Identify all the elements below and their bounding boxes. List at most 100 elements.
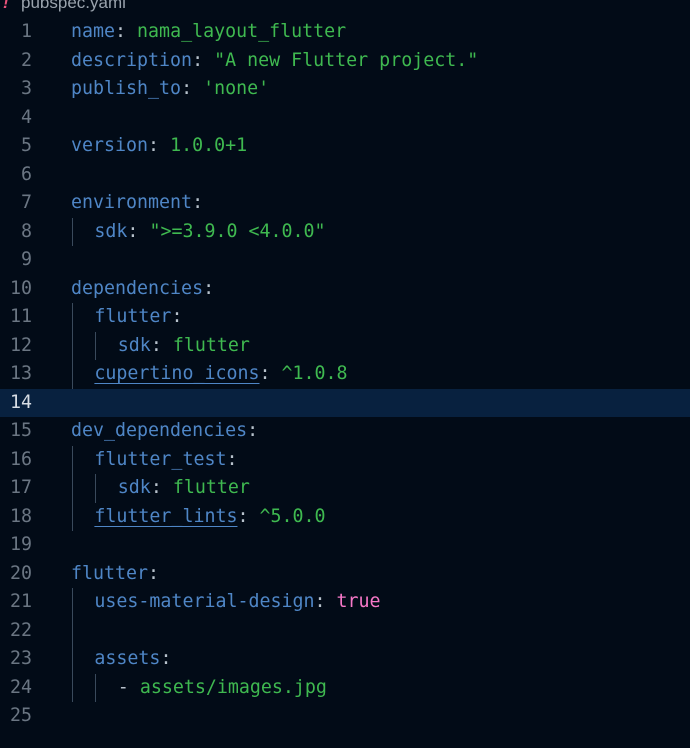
yaml-separator: : [150, 477, 173, 498]
code-content: assets: [94, 645, 171, 674]
line-number: 7 [20, 192, 32, 213]
code-content: uses-material-design: true [94, 588, 380, 617]
indent-guide [95, 331, 97, 360]
line-number: 23 [9, 648, 32, 669]
code-content: cupertino_icons: ^1.0.8 [94, 360, 347, 389]
yaml-file-icon: ! [3, 0, 9, 12]
line-number: 11 [9, 306, 32, 327]
line-number: 2 [20, 49, 32, 71]
line-number: 24 [9, 676, 32, 698]
code-content: dev_dependencies: [71, 417, 258, 446]
line-number: 3 [20, 78, 32, 99]
code-content: publish_to: 'none' [71, 75, 269, 104]
line-number: 14 [9, 391, 32, 413]
yaml-value: nama_layout_flutter [137, 21, 347, 42]
code-line[interactable]: 11 flutter: [0, 303, 690, 332]
line-number: 22 [9, 619, 32, 641]
yaml-separator: : [148, 135, 171, 156]
code-content: dependencies: [71, 275, 214, 304]
code-line[interactable]: 24 - assets/images.jpg [0, 673, 690, 702]
code-line[interactable]: 22 [0, 616, 690, 645]
yaml-key: sdk [117, 477, 151, 498]
code-line[interactable]: 7 environment: [0, 189, 690, 218]
indent-guide [72, 217, 73, 246]
code-line[interactable]: 5 version: 1.0.0+1 [0, 132, 690, 161]
yaml-separator: : [259, 363, 282, 384]
yaml-separator: : [115, 21, 138, 42]
code-line[interactable]: 12 sdk: flutter [0, 331, 690, 361]
code-line[interactable]: 1 name: nama_layout_flutter [0, 18, 690, 47]
code-line[interactable]: 19 [0, 531, 690, 560]
yaml-separator: : [226, 448, 238, 470]
code-line[interactable]: 14 [0, 388, 690, 417]
line-number: 6 [20, 163, 32, 185]
yaml-separator: : [171, 306, 183, 327]
line-number: 10 [9, 277, 32, 299]
code-content: flutter_lints: ^5.0.0 [94, 503, 325, 532]
line-number: 17 [9, 477, 32, 498]
yaml-value: 'none' [203, 78, 270, 99]
yaml-key: flutter_test [94, 448, 227, 470]
yaml-key: sdk [94, 220, 128, 242]
code-line[interactable]: 21 uses-material-design: true [0, 588, 690, 617]
yaml-key: dev_dependencies [71, 420, 248, 441]
indent-guide [72, 474, 73, 503]
code-content: sdk: flutter [118, 332, 250, 361]
code-content: sdk: ">=3.9.0 <4.0.0" [94, 218, 325, 247]
yaml-value: true [336, 591, 381, 612]
line-number: 18 [9, 505, 32, 527]
code-editor[interactable]: 1 name: nama_layout_flutter 2 description: … [0, 18, 690, 748]
yaml-separator: : [148, 562, 160, 584]
indent-guide [72, 645, 73, 674]
code-content: version: 1.0.0+1 [71, 132, 247, 161]
yaml-separator: : [150, 334, 173, 356]
yaml-separator: : [247, 420, 259, 441]
code-line[interactable]: 6 [0, 161, 690, 190]
line-number: 8 [20, 220, 32, 242]
yaml-key: dependencies [71, 277, 204, 299]
yaml-separator: : [203, 277, 215, 299]
line-number: 19 [9, 534, 32, 555]
code-line[interactable]: 4 [0, 104, 690, 133]
yaml-value: ^5.0.0 [259, 505, 326, 527]
yaml-key: description [71, 49, 193, 71]
yaml-value: 1.0.0+1 [170, 135, 248, 156]
yaml-separator: : [192, 192, 204, 213]
yaml-value: assets/images.jpg [139, 676, 327, 698]
indent-guide [95, 474, 97, 503]
code-content: name: nama_layout_flutter [71, 18, 346, 47]
yaml-key: flutter [94, 306, 172, 327]
code-line[interactable]: 8 sdk: ">=3.9.0 <4.0.0" [0, 217, 690, 247]
code-line[interactable]: 2 description: "A new Flutter project." [0, 47, 690, 76]
yaml-key: version [71, 135, 149, 156]
indent-guide [72, 673, 73, 702]
yaml-separator: : [160, 648, 172, 669]
indent-guide [95, 673, 97, 702]
line-number: 20 [9, 562, 32, 584]
code-line[interactable]: 13 cupertino_icons: ^1.0.8 [0, 360, 690, 389]
code-line[interactable]: 10 dependencies: [0, 275, 690, 304]
code-line[interactable]: 16 flutter_test: [0, 445, 690, 475]
code-line[interactable]: 3 publish_to: 'none' [0, 75, 690, 104]
code-line[interactable]: 17 sdk: flutter [0, 474, 690, 503]
yaml-value: flutter [172, 477, 250, 498]
line-number: 21 [9, 591, 32, 612]
code-line[interactable]: 20 flutter: [0, 560, 690, 589]
yaml-key: publish_to [71, 78, 182, 99]
yaml-key: flutter_lints [94, 505, 238, 527]
yaml-key: cupertino_icons [94, 363, 260, 384]
line-number: 25 [9, 705, 32, 726]
code-line[interactable]: 18 flutter_lints: ^5.0.0 [0, 502, 690, 532]
code-content: flutter_test: [94, 446, 237, 475]
yaml-key: name [71, 21, 116, 42]
code-line[interactable]: 15 dev_dependencies: [0, 417, 690, 446]
code-line[interactable]: 23 assets: [0, 645, 690, 674]
line-number: 9 [20, 249, 32, 270]
indent-guide [72, 502, 73, 531]
yaml-value: "A new Flutter project." [214, 49, 479, 71]
tab-filename: pubspec.yaml [21, 0, 126, 12]
code-line[interactable]: 9 [0, 246, 690, 275]
indent-guide [72, 616, 73, 645]
code-line[interactable]: 25 [0, 702, 690, 731]
editor-tab[interactable]: ! pubspec.yaml [0, 0, 690, 13]
